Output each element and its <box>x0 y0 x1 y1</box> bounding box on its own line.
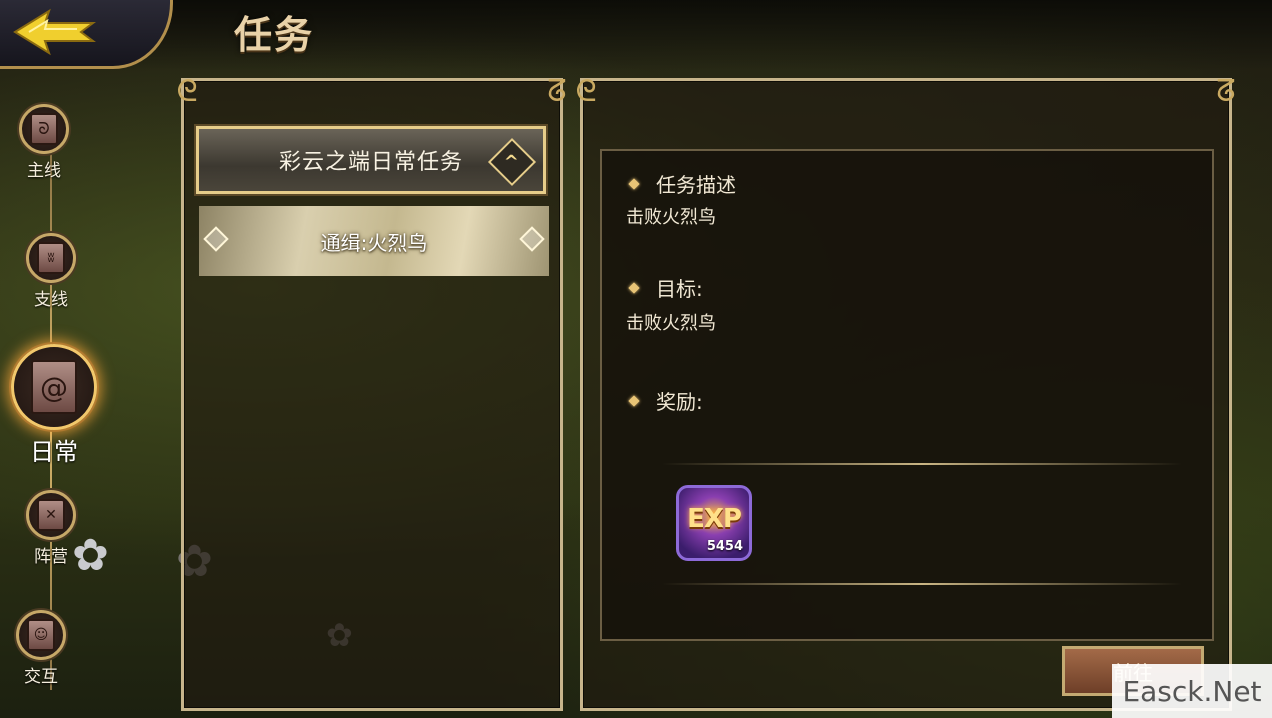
objective-title: 目标: <box>628 273 703 302</box>
diamond-icon <box>519 226 545 252</box>
quest-list-panel: ᘓ ᘔ 彩云之端日常任务 ^ 通缉:火烈鸟 <box>176 75 567 711</box>
divider <box>662 463 1182 465</box>
quest-item-label: 通缉:火烈鸟 <box>320 230 428 255</box>
nav-item-interact[interactable]: ☺ 交互 <box>16 610 66 687</box>
reward-title-text: 奖励: <box>656 390 703 414</box>
nav-badge: ᘐ <box>19 104 69 154</box>
reward-exp-label: EXP <box>687 504 742 534</box>
nav-label: 日常 <box>30 438 78 466</box>
scroll-icon: ✕ <box>37 499 65 531</box>
diamond-icon <box>203 226 229 252</box>
watermark-text: Easck.Net <box>1122 674 1262 708</box>
nav-item-side[interactable]: ʬ 支线 <box>26 233 76 310</box>
nav-label: 支线 <box>34 290 68 310</box>
nav-badge: ✕ <box>26 490 76 540</box>
quest-category-label: 彩云之端日常任务 <box>278 150 463 175</box>
reward-title: 奖励: <box>628 386 703 415</box>
objective-title-text: 目标: <box>656 277 703 301</box>
objective-text: 击败火烈鸟 <box>626 313 716 334</box>
corner-ornament-icon: ᘓ <box>176 74 198 109</box>
watermark: Easck.Net <box>1112 664 1272 718</box>
page-title: 任务 <box>234 13 315 57</box>
bullet-icon <box>628 177 640 190</box>
nav-badge: @ <box>11 344 97 430</box>
bullet-icon <box>628 281 640 294</box>
description-title-text: 任务描述 <box>656 173 736 197</box>
scroll-icon: ʬ <box>37 242 65 274</box>
nav-item-faction[interactable]: ✕ 阵营 <box>26 490 76 567</box>
back-button[interactable] <box>8 4 100 60</box>
nav-badge: ☺ <box>16 610 66 660</box>
top-bar <box>0 0 1272 70</box>
corner-ornament-icon: ᘓ <box>575 74 597 109</box>
quest-detail-inner: 任务描述 击败火烈鸟 目标: 击败火烈鸟 奖励: EXP 5454 <box>600 149 1214 641</box>
description-title: 任务描述 <box>628 169 736 198</box>
nav-label: 主线 <box>27 161 61 181</box>
nav-item-daily[interactable]: @ 日常 <box>11 344 97 467</box>
nav-label: 阵营 <box>34 547 68 567</box>
side-nav: ᘐ 主线 ʬ 支线 @ 日常 ✕ 阵营 ☺ 交互 <box>0 90 110 718</box>
bullet-icon <box>628 394 640 407</box>
back-arrow-icon <box>13 8 96 56</box>
exp-icon[interactable]: EXP 5454 <box>676 485 752 561</box>
corner-ornament-icon: ᘔ <box>1216 74 1236 109</box>
scroll-icon: ᘐ <box>30 113 58 145</box>
divider <box>662 583 1182 585</box>
quest-category-header[interactable]: 彩云之端日常任务 ^ <box>194 124 548 196</box>
scroll-icon: ☺ <box>27 619 55 651</box>
chevron-up-icon[interactable]: ^ <box>487 137 537 187</box>
quest-detail-panel: ᘓ ᘔ 任务描述 击败火烈鸟 目标: 击败火烈鸟 奖励: EXP 5454 <box>575 75 1236 711</box>
scroll-icon: @ <box>31 360 77 414</box>
quest-item-selected[interactable]: 通缉:火烈鸟 <box>199 206 549 276</box>
nav-badge: ʬ <box>26 233 76 283</box>
nav-item-main[interactable]: ᘐ 主线 <box>19 104 69 181</box>
nav-label: 交互 <box>24 667 58 687</box>
description-text: 击败火烈鸟 <box>626 207 716 228</box>
reward-amount: 5454 <box>706 539 743 554</box>
